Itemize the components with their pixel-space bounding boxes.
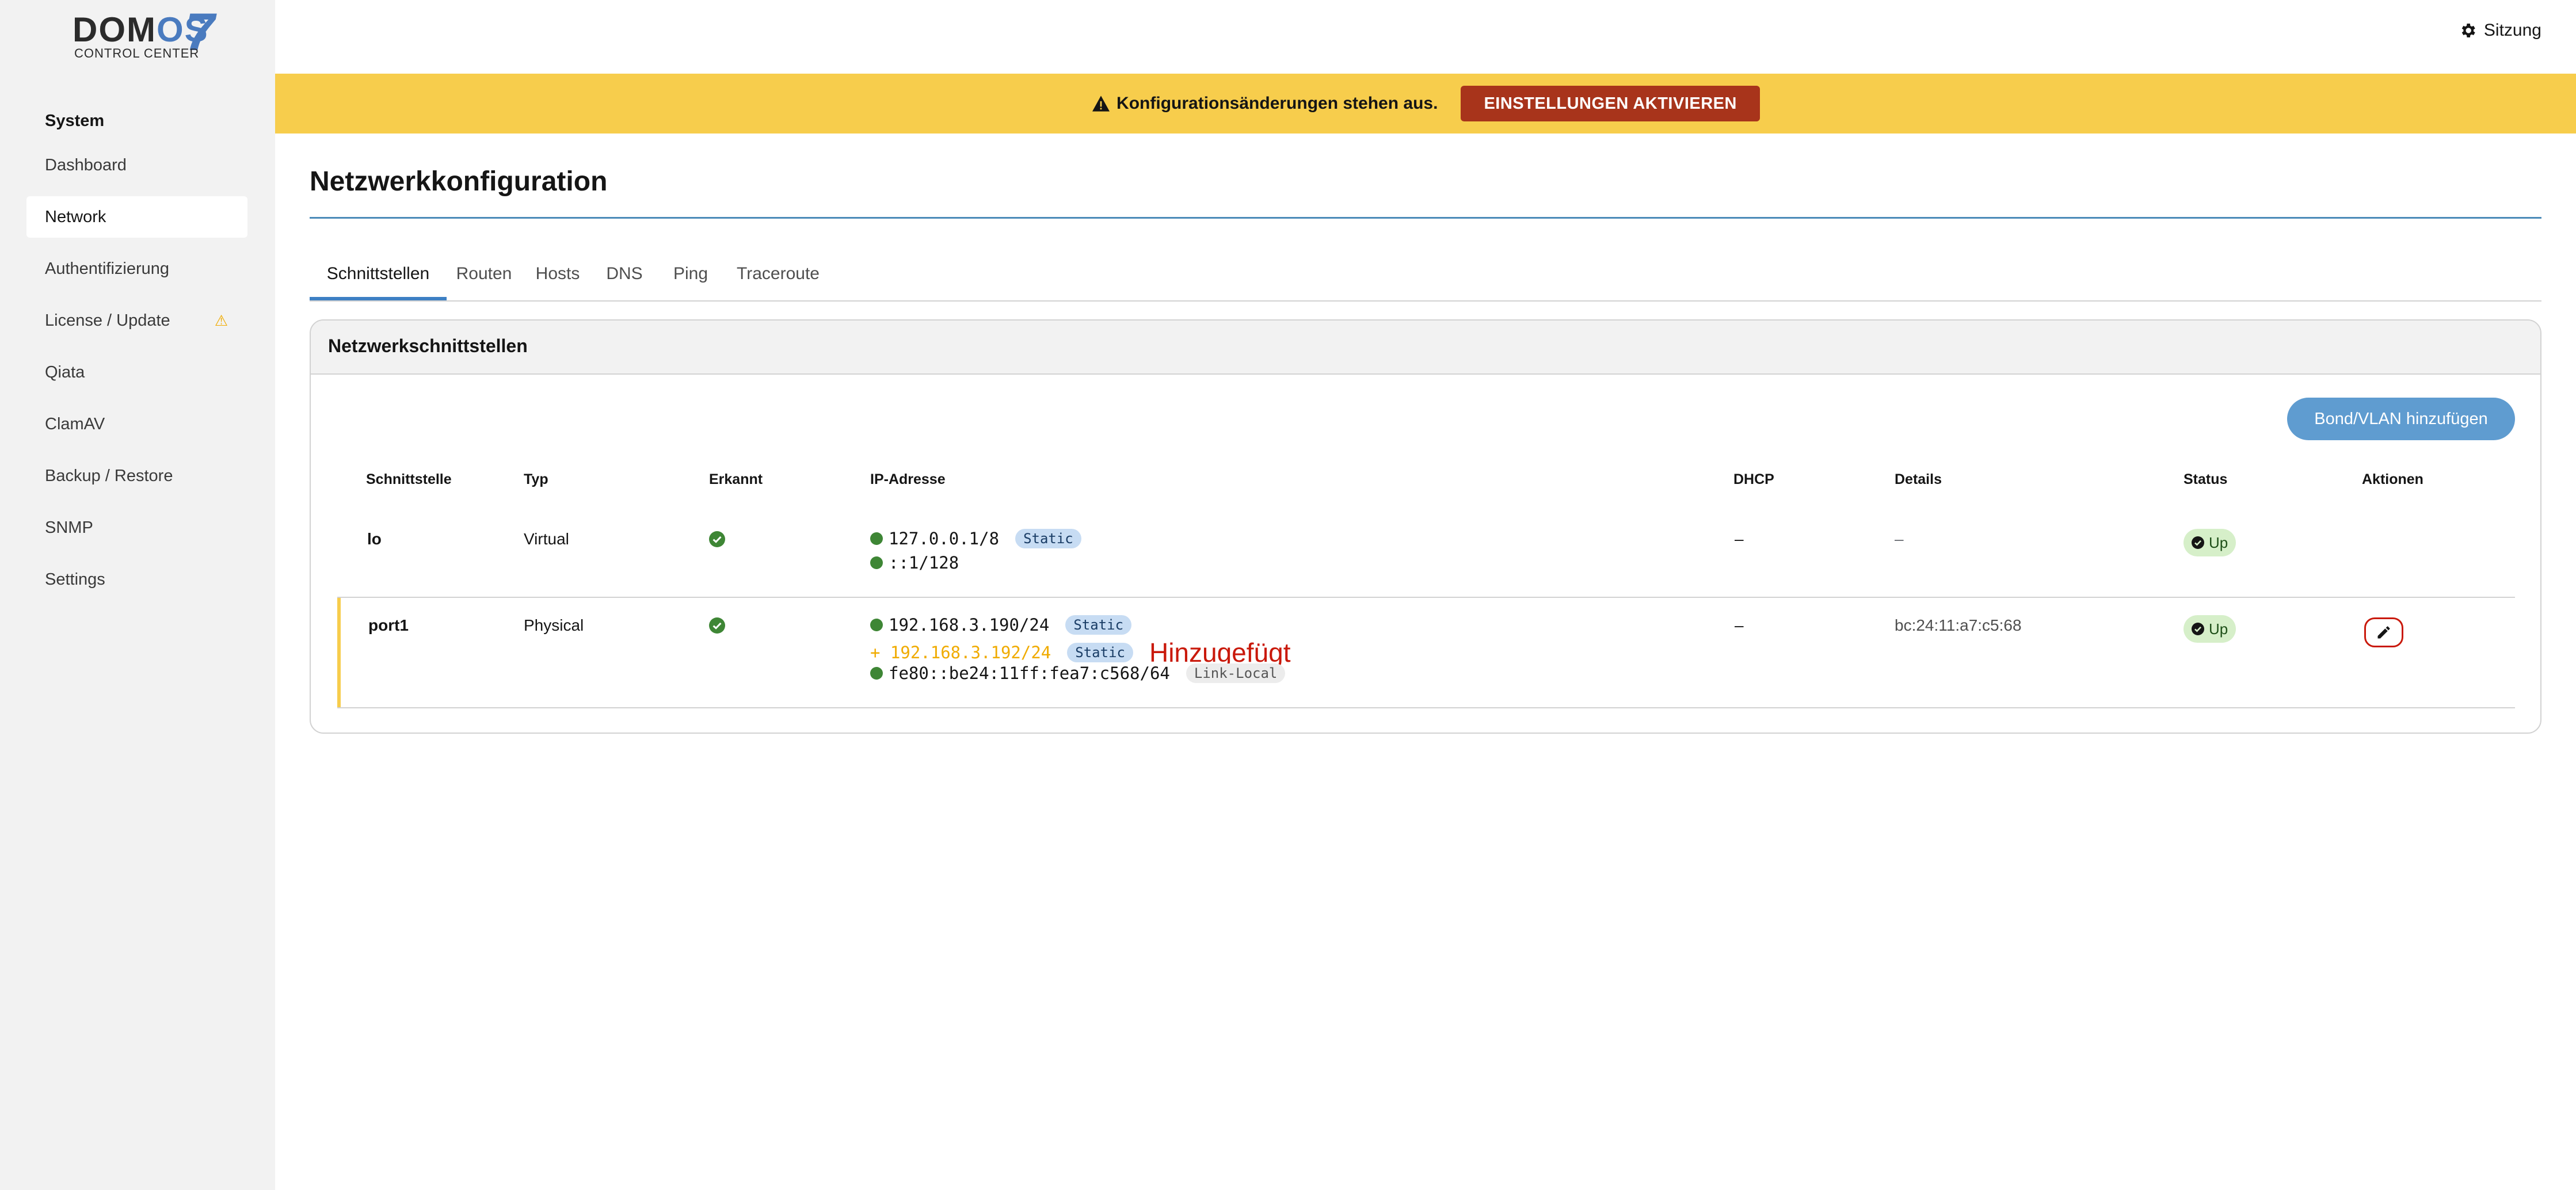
tab-schnittstellen[interactable]: Schnittstellen — [310, 253, 447, 300]
sidebar: DOMOS 7 CONTROL CENTER System Dashboard … — [0, 0, 275, 1190]
tab-traceroute[interactable]: Traceroute — [726, 253, 830, 300]
logo-subtitle: CONTROL CENTER — [74, 46, 200, 60]
ip-address-line: ::1/128 — [870, 553, 959, 573]
sidebar-item-label: Qiata — [45, 363, 85, 382]
status-badge: Up — [2183, 615, 2236, 643]
status-text: Up — [2209, 620, 2228, 638]
sidebar-item-label: Settings — [45, 570, 105, 589]
column-header-status[interactable]: Status — [2183, 471, 2227, 488]
column-header-actions[interactable]: Aktionen — [2362, 471, 2423, 488]
column-header-dhcp[interactable]: DHCP — [1733, 471, 1774, 488]
sidebar-item-label: ClamAV — [45, 415, 105, 433]
sidebar-item-network[interactable]: Network — [26, 196, 247, 238]
status-dot-icon — [870, 532, 883, 545]
status-dot-icon — [870, 556, 883, 569]
check-circle-icon — [2192, 536, 2204, 549]
check-circle-icon — [709, 617, 725, 634]
sidebar-item-snmp[interactable]: SNMP — [26, 507, 247, 548]
edit-interface-button[interactable] — [2364, 617, 2403, 647]
column-header-interface[interactable]: Schnittstelle — [366, 471, 452, 488]
session-label: Sitzung — [2483, 21, 2541, 40]
pencil-icon — [2377, 626, 2390, 639]
gear-icon — [2461, 24, 2475, 37]
status-badge: Up — [2183, 529, 2236, 556]
banner-message: Konfigurationsänderungen stehen aus. — [1091, 94, 1438, 113]
status-dot-icon — [870, 619, 883, 631]
interface-name: lo — [367, 530, 382, 548]
sidebar-item-license-update[interactable]: License / Update ⚠ — [26, 300, 247, 341]
warning-icon — [1092, 96, 1110, 112]
status-text: Up — [2209, 534, 2228, 551]
column-header-type[interactable]: Typ — [524, 471, 548, 488]
pending-change-marker — [337, 598, 341, 707]
details-value: – — [1895, 530, 1904, 548]
sidebar-item-label: Dashboard — [45, 156, 127, 174]
sidebar-item-backup-restore[interactable]: Backup / Restore — [26, 455, 247, 497]
tab-bar: Schnittstellen Routen Hosts DNS Ping Tra… — [310, 253, 2541, 302]
row-divider — [337, 597, 2515, 598]
sidebar-item-settings[interactable]: Settings — [26, 559, 247, 600]
ip-address: fe80::be24:11ff:fea7:c568/64 — [889, 663, 1170, 683]
ip-type-badge: Static — [1067, 643, 1133, 662]
sidebar-item-dashboard[interactable]: Dashboard — [26, 144, 247, 186]
sidebar-item-authentifizierung[interactable]: Authentifizierung — [26, 248, 247, 289]
column-header-ip-address[interactable]: IP-Adresse — [870, 471, 946, 488]
check-circle-icon — [2192, 623, 2204, 635]
tab-ping[interactable]: Ping — [655, 253, 726, 300]
sidebar-item-qiata[interactable]: Qiata — [26, 352, 247, 393]
mac-address: bc:24:11:a7:c5:68 — [1895, 616, 2022, 634]
sidebar-item-label: Network — [45, 208, 106, 226]
ip-type-badge: Static — [1065, 615, 1132, 635]
interface-name: port1 — [368, 616, 409, 634]
card-header: Netzwerkschnittstellen — [311, 321, 2540, 375]
dhcp-value: – — [1735, 530, 1744, 548]
ip-type-badge: Link-Local — [1186, 663, 1286, 683]
activate-settings-button[interactable]: EINSTELLUNGEN AKTIVIEREN — [1461, 86, 1760, 121]
interface-type: Physical — [524, 616, 584, 634]
title-divider — [310, 217, 2541, 219]
ip-type-badge: Static — [1015, 529, 1081, 548]
sidebar-item-label: Authentifizierung — [45, 260, 170, 278]
sidebar-item-label: Backup / Restore — [45, 467, 173, 485]
tab-hosts[interactable]: Hosts — [521, 253, 594, 300]
dhcp-value: – — [1735, 616, 1744, 634]
nav-group-system: System — [45, 112, 105, 130]
warning-icon: ⚠ — [214, 312, 228, 329]
tab-dns[interactable]: DNS — [594, 253, 655, 300]
interface-type: Virtual — [524, 530, 569, 548]
ip-address: 127.0.0.1/8 — [889, 529, 1000, 548]
sidebar-item-clamav[interactable]: ClamAV — [26, 403, 247, 445]
status-dot-icon — [870, 667, 883, 680]
interfaces-card: Netzwerkschnittstellen Bond/VLAN hinzufü… — [310, 319, 2541, 734]
pending-changes-banner: Konfigurationsänderungen stehen aus. EIN… — [275, 74, 2576, 134]
column-header-details[interactable]: Details — [1895, 471, 1942, 488]
ip-address: 192.168.3.190/24 — [889, 615, 1050, 635]
pending-ip-address: + 192.168.3.192/24 — [870, 643, 1051, 662]
page-title: Netzwerkkonfiguration — [310, 166, 608, 197]
column-header-detected[interactable]: Erkannt — [709, 471, 763, 488]
row-divider — [337, 707, 2515, 708]
session-menu[interactable]: Sitzung — [2459, 21, 2541, 40]
card-title: Netzwerkschnittstellen — [328, 335, 528, 356]
banner-text: Konfigurationsänderungen stehen aus. — [1116, 94, 1438, 113]
ip-address-line: fe80::be24:11ff:fea7:c568/64 Link-Local — [870, 663, 1286, 683]
sidebar-item-label: License / Update — [45, 311, 170, 330]
tab-routen[interactable]: Routen — [447, 253, 521, 300]
add-bond-vlan-button[interactable]: Bond/VLAN hinzufügen — [2287, 398, 2515, 440]
sidebar-item-label: SNMP — [45, 518, 93, 537]
ip-address: ::1/128 — [889, 553, 959, 573]
logo: DOMOS 7 CONTROL CENTER — [73, 5, 234, 60]
check-circle-icon — [709, 531, 725, 547]
ip-address-line: 192.168.3.190/24 Static — [870, 615, 1132, 635]
ip-address-line: 127.0.0.1/8 Static — [870, 529, 1081, 548]
